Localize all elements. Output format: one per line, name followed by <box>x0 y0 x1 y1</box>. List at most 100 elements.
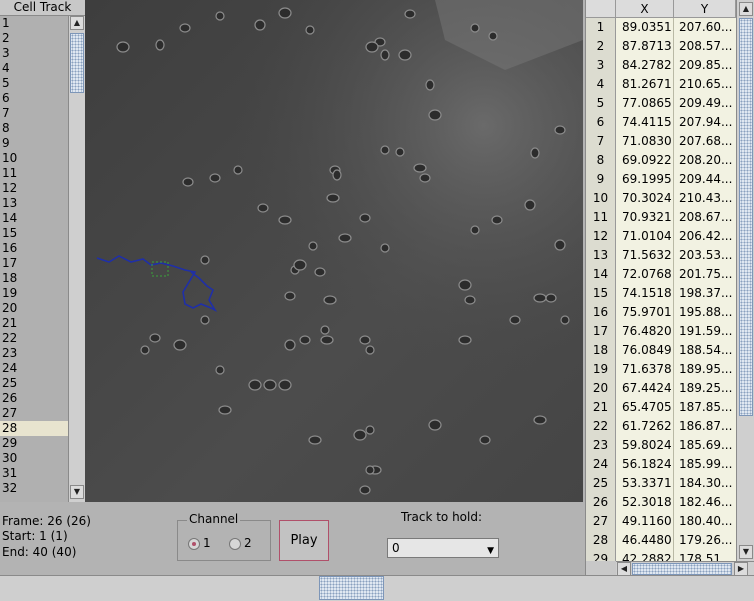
cell-x[interactable]: 72.0768 <box>616 265 674 284</box>
list-item[interactable]: 2 <box>0 31 68 46</box>
cell-x[interactable]: 71.0104 <box>616 227 674 246</box>
cell-x[interactable]: 71.5632 <box>616 246 674 265</box>
table-row[interactable]: 14 72.0768 201.75... <box>586 265 736 284</box>
list-item[interactable]: 18 <box>0 271 68 286</box>
cell-y[interactable]: 210.43... <box>674 189 736 208</box>
table-row[interactable]: 20 67.4424 189.25... <box>586 379 736 398</box>
cell-x[interactable]: 75.9701 <box>616 303 674 322</box>
table-row[interactable]: 29 42.2882 178.51... <box>586 550 736 561</box>
table-row[interactable]: 9 69.1995 209.44... <box>586 170 736 189</box>
table-row[interactable]: 16 75.9701 195.88... <box>586 303 736 322</box>
cell-x[interactable]: 87.8713 <box>616 37 674 56</box>
list-item[interactable]: 4 <box>0 61 68 76</box>
cell-x[interactable]: 42.2882 <box>616 550 674 561</box>
list-item[interactable]: 14 <box>0 211 68 226</box>
list-item[interactable]: 31 <box>0 466 68 481</box>
table-row[interactable]: 4 81.2671 210.65... <box>586 75 736 94</box>
table-row[interactable]: 15 74.1518 198.37... <box>586 284 736 303</box>
table-row[interactable]: 18 76.0849 188.54... <box>586 341 736 360</box>
table-horizontal-scrollbar[interactable]: ◀ ▶ <box>616 561 754 576</box>
list-item[interactable]: 24 <box>0 361 68 376</box>
cell-y[interactable]: 182.46... <box>674 493 736 512</box>
cell-x[interactable]: 56.1824 <box>616 455 674 474</box>
cell-y[interactable]: 189.95... <box>674 360 736 379</box>
table-row[interactable]: 1 89.0351 207.60... <box>586 18 736 37</box>
cell-y[interactable]: 209.44... <box>674 170 736 189</box>
cell-y[interactable]: 207.68... <box>674 132 736 151</box>
list-item[interactable]: 26 <box>0 391 68 406</box>
list-item[interactable]: 19 <box>0 286 68 301</box>
column-header-y[interactable]: Y <box>674 0 736 18</box>
cell-y[interactable]: 189.25... <box>674 379 736 398</box>
scroll-down-icon[interactable]: ▼ <box>739 545 753 559</box>
cell-y[interactable]: 179.26... <box>674 531 736 550</box>
table-row[interactable]: 2 87.8713 208.57... <box>586 37 736 56</box>
table-row[interactable]: 26 52.3018 182.46... <box>586 493 736 512</box>
list-item[interactable]: 9 <box>0 136 68 151</box>
table-row[interactable]: 3 84.2782 209.85... <box>586 56 736 75</box>
table-row[interactable]: 10 70.3024 210.43... <box>586 189 736 208</box>
list-item[interactable]: 6 <box>0 91 68 106</box>
scroll-down-icon[interactable]: ▼ <box>70 485 84 499</box>
list-item[interactable]: 13 <box>0 196 68 211</box>
cell-y[interactable]: 207.94... <box>674 113 736 132</box>
cell-y[interactable]: 187.85... <box>674 398 736 417</box>
table-row[interactable]: 27 49.1160 180.40... <box>586 512 736 531</box>
channel-1-radio[interactable] <box>188 538 200 550</box>
cell-x[interactable]: 69.1995 <box>616 170 674 189</box>
cell-x[interactable]: 49.1160 <box>616 512 674 531</box>
scroll-up-icon[interactable]: ▲ <box>70 16 84 30</box>
list-item[interactable]: 23 <box>0 346 68 361</box>
table-row[interactable]: 7 71.0830 207.68... <box>586 132 736 151</box>
list-item[interactable]: 17 <box>0 256 68 271</box>
list-item[interactable]: 12 <box>0 181 68 196</box>
list-item[interactable]: 27 <box>0 406 68 421</box>
list-item[interactable]: 10 <box>0 151 68 166</box>
cell-x[interactable]: 74.4115 <box>616 113 674 132</box>
table-row[interactable]: 13 71.5632 203.53... <box>586 246 736 265</box>
cell-y[interactable]: 178.51... <box>674 550 736 561</box>
coordinates-table[interactable]: X Y 1 89.0351 207.60... 2 87.8713 208.57... 3 8… <box>586 0 736 561</box>
track-to-hold-select[interactable]: 0 ▼ <box>387 538 499 558</box>
table-row[interactable]: 21 65.4705 187.85... <box>586 398 736 417</box>
list-item[interactable]: 3 <box>0 46 68 61</box>
table-row[interactable]: 6 74.4115 207.94... <box>586 113 736 132</box>
cell-x[interactable]: 71.6378 <box>616 360 674 379</box>
play-button[interactable]: Play <box>279 520 329 561</box>
list-item[interactable]: 25 <box>0 376 68 391</box>
table-vertical-scrollbar[interactable]: ▲ ▼ <box>736 0 754 561</box>
track-list-scrollbar[interactable]: ▲ ▼ <box>68 16 86 502</box>
cell-x[interactable]: 59.8024 <box>616 436 674 455</box>
list-item[interactable]: 30 <box>0 451 68 466</box>
list-item[interactable]: 5 <box>0 76 68 91</box>
table-row[interactable]: 22 61.7262 186.87... <box>586 417 736 436</box>
cell-y[interactable]: 184.30... <box>674 474 736 493</box>
cell-y[interactable]: 201.75... <box>674 265 736 284</box>
frame-scrollbar[interactable] <box>0 575 754 601</box>
list-item[interactable]: 8 <box>0 121 68 136</box>
channel-2-radio[interactable] <box>229 538 241 550</box>
scroll-right-icon[interactable]: ▶ <box>734 562 748 576</box>
microscopy-image-view[interactable] <box>85 0 583 502</box>
cell-y[interactable]: 186.87... <box>674 417 736 436</box>
cell-x[interactable]: 76.0849 <box>616 341 674 360</box>
list-item[interactable]: 16 <box>0 241 68 256</box>
list-item[interactable]: 1 <box>0 16 68 31</box>
frame-scroll-thumb[interactable] <box>319 576 384 600</box>
table-row[interactable]: 12 71.0104 206.42... <box>586 227 736 246</box>
scroll-thumb[interactable] <box>70 33 84 93</box>
cell-x[interactable]: 69.0922 <box>616 151 674 170</box>
table-row[interactable]: 11 70.9321 208.67... <box>586 208 736 227</box>
cell-y[interactable]: 206.42... <box>674 227 736 246</box>
table-row[interactable]: 19 71.6378 189.95... <box>586 360 736 379</box>
cell-x[interactable]: 52.3018 <box>616 493 674 512</box>
list-item[interactable]: 15 <box>0 226 68 241</box>
table-scroll-thumb[interactable] <box>739 18 753 416</box>
cell-x[interactable]: 71.0830 <box>616 132 674 151</box>
list-item[interactable]: 32 <box>0 481 68 496</box>
list-item[interactable]: 28 <box>0 421 68 436</box>
table-row[interactable]: 25 53.3371 184.30... <box>586 474 736 493</box>
cell-y[interactable]: 209.49... <box>674 94 736 113</box>
cell-x[interactable]: 76.4820 <box>616 322 674 341</box>
column-header-x[interactable]: X <box>616 0 674 18</box>
